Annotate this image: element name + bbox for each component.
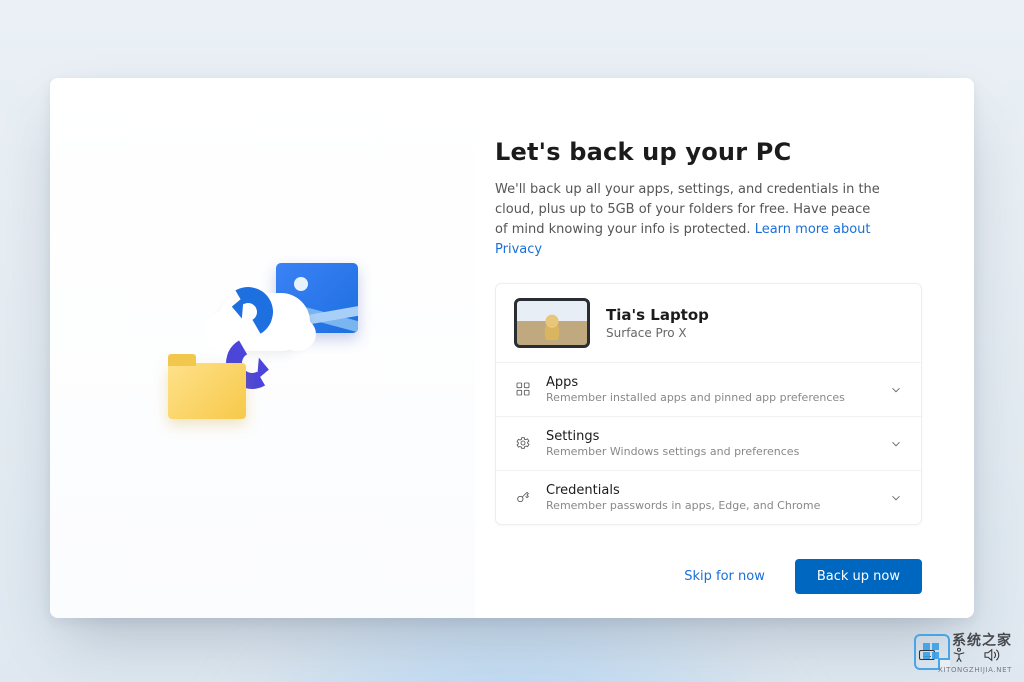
expander-settings[interactable]: Settings Remember Windows settings and p… (496, 417, 921, 471)
backup-card: Tia's Laptop Surface Pro X Apps Remember… (495, 283, 922, 525)
watermark-brand: 系统之家 (952, 634, 1012, 648)
expander-subtitle: Remember installed apps and pinned app p… (546, 391, 875, 404)
device-thumbnail (514, 298, 590, 348)
key-icon (514, 489, 532, 505)
apps-icon (514, 381, 532, 397)
expander-apps[interactable]: Apps Remember installed apps and pinned … (496, 363, 921, 417)
skip-button[interactable]: Skip for now (666, 559, 783, 594)
page-description: We'll back up all your apps, settings, a… (495, 180, 885, 261)
chevron-down-icon (889, 490, 903, 504)
gear-icon (514, 435, 532, 451)
expander-subtitle: Remember Windows settings and preference… (546, 445, 875, 458)
watermark-url: XITONGZHIJIA.NET (938, 666, 1012, 674)
expander-title: Credentials (546, 483, 875, 498)
expander-title: Settings (546, 429, 875, 444)
device-row: Tia's Laptop Surface Pro X (496, 284, 921, 363)
backup-now-button[interactable]: Back up now (795, 559, 922, 594)
watermark: 系统之家 XITONGZHIJIA.NET (912, 634, 1012, 674)
chevron-down-icon (889, 382, 903, 396)
page-title: Let's back up your PC (495, 138, 922, 166)
chevron-down-icon (889, 436, 903, 450)
folder-card-icon (168, 363, 246, 419)
illustration-pane (50, 78, 475, 618)
expander-credentials[interactable]: Credentials Remember passwords in apps, … (496, 471, 921, 524)
oobe-window: Let's back up your PC We'll back up all … (50, 78, 974, 618)
footer-actions: Skip for now Back up now (495, 541, 922, 594)
device-info: Tia's Laptop Surface Pro X (606, 306, 709, 340)
content-pane: Let's back up your PC We'll back up all … (475, 78, 974, 618)
device-name: Tia's Laptop (606, 306, 709, 324)
expander-title: Apps (546, 375, 875, 390)
watermark-badge-icon (914, 634, 950, 670)
device-model: Surface Pro X (606, 326, 709, 340)
backup-illustration (168, 263, 358, 433)
expander-subtitle: Remember passwords in apps, Edge, and Ch… (546, 499, 875, 512)
